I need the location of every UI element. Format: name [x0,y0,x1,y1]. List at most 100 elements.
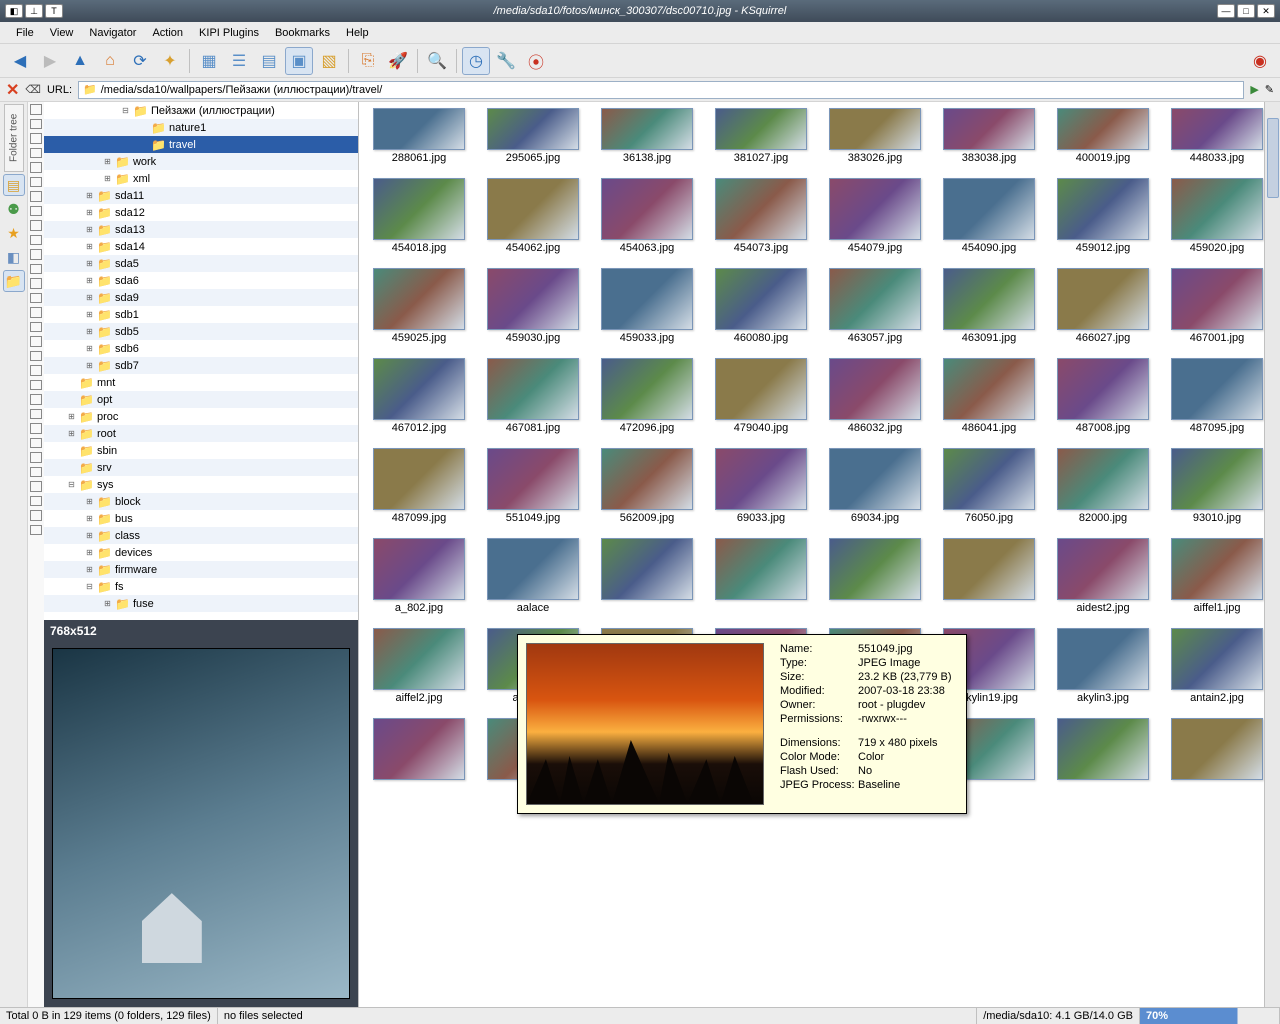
check-item[interactable] [30,119,42,130]
tree-item-travel[interactable]: 📁travel [44,136,358,153]
thumbnail[interactable]: 487095.jpg [1167,358,1267,434]
thumbnail[interactable]: 454090.jpg [939,178,1039,254]
thumbnail[interactable]: 472096.jpg [597,358,697,434]
thumbnail[interactable]: 400019.jpg [1053,108,1153,164]
check-item[interactable] [30,336,42,347]
thumbnail[interactable]: 381027.jpg [711,108,811,164]
thumbnail[interactable]: 459025.jpg [369,268,469,344]
thumbnail[interactable]: 467081.jpg [483,358,583,434]
check-item[interactable] [30,293,42,304]
check-item[interactable] [30,177,42,188]
back-button[interactable]: ◀ [6,47,34,75]
stop-button[interactable]: ⦿ [522,47,550,75]
thumbnail[interactable]: a_802.jpg [369,538,469,614]
ontop-icon[interactable]: T [45,4,63,18]
go-icon[interactable]: ▶ [1250,83,1258,96]
view-detail-button[interactable]: ▤ [255,47,283,75]
home-button[interactable]: ⌂ [96,47,124,75]
view-list-button[interactable]: ☰ [225,47,253,75]
menu-view[interactable]: View [42,27,82,39]
thumbnail[interactable]: 467001.jpg [1167,268,1267,344]
tree-item-Пейзажи (иллюстрации)[interactable]: ⊟📁Пейзажи (иллюстрации) [44,102,358,119]
thumbnail[interactable]: 69034.jpg [825,448,925,524]
app-icon[interactable]: ◉ [1246,47,1274,75]
check-item[interactable] [30,235,42,246]
check-item[interactable] [30,423,42,434]
up-button[interactable]: ▲ [66,47,94,75]
tree-item-sys[interactable]: ⊟📁sys [44,476,358,493]
check-item[interactable] [30,249,42,260]
thumbnail[interactable]: 459020.jpg [1167,178,1267,254]
scrollbar[interactable] [1264,102,1280,1007]
check-item[interactable] [30,409,42,420]
thumbnail[interactable]: 487099.jpg [369,448,469,524]
tree-item-bus[interactable]: ⊞📁bus [44,510,358,527]
tree-item-sda6[interactable]: ⊞📁sda6 [44,272,358,289]
thumbnail[interactable] [939,538,1039,614]
copy-button[interactable]: ⎘ [354,47,382,75]
tree-item-sdb6[interactable]: ⊞📁sdb6 [44,340,358,357]
thumbnail[interactable]: 487008.jpg [1053,358,1153,434]
palette-icon[interactable]: ◧ [3,246,25,268]
tree-item-sdb7[interactable]: ⊞📁sdb7 [44,357,358,374]
tree-item-sda12[interactable]: ⊞📁sda12 [44,204,358,221]
thumbnail[interactable]: 459030.jpg [483,268,583,344]
sidebar-tab-foldertree[interactable]: Folder tree [4,104,24,172]
check-item[interactable] [30,365,42,376]
thumbnail[interactable]: 479040.jpg [711,358,811,434]
forward-button[interactable]: ▶ [36,47,64,75]
people-icon[interactable]: ⚉ [3,198,25,220]
check-item[interactable] [30,394,42,405]
minimize-button[interactable]: — [1217,4,1235,18]
tree-item-block[interactable]: ⊞📁block [44,493,358,510]
brush-icon[interactable]: ✎ [1265,83,1274,96]
tree-item-opt[interactable]: 📁opt [44,391,358,408]
tree-item-fs[interactable]: ⊟📁fs [44,578,358,595]
folder-panel-icon[interactable]: 📁 [3,270,25,292]
thumbnail[interactable]: 36138.jpg [597,108,697,164]
check-item[interactable] [30,452,42,463]
check-item[interactable] [30,496,42,507]
menu-bookmarks[interactable]: Bookmarks [267,27,338,39]
thumbnail[interactable]: 383038.jpg [939,108,1039,164]
menu-action[interactable]: Action [144,27,191,39]
thumbnail[interactable]: 460080.jpg [711,268,811,344]
thumbnail[interactable]: 93010.jpg [1167,448,1267,524]
thumbnail[interactable]: 486032.jpg [825,358,925,434]
check-item[interactable] [30,162,42,173]
view-icons-button[interactable]: ▦ [195,47,223,75]
thumbnail[interactable]: 295065.jpg [483,108,583,164]
view-thumb-button[interactable]: ▣ [285,47,313,75]
thumbnail[interactable]: 454018.jpg [369,178,469,254]
check-item[interactable] [30,307,42,318]
thumbnail[interactable]: aalace [483,538,583,614]
check-item[interactable] [30,438,42,449]
close-button[interactable]: ✕ [1257,4,1275,18]
clock-button[interactable]: ◷ [462,47,490,75]
config-button[interactable]: 🔧 [492,47,520,75]
check-item[interactable] [30,148,42,159]
tree-item-srv[interactable]: 📁srv [44,459,358,476]
new-button[interactable]: ✦ [156,47,184,75]
close-icon[interactable]: ✕ [6,80,19,100]
tree-icon[interactable]: ▤ [3,174,25,196]
thumbnail[interactable]: 463091.jpg [939,268,1039,344]
menu-navigator[interactable]: Navigator [81,27,144,39]
thumbnail[interactable] [1167,718,1267,782]
tree-item-sda9[interactable]: ⊞📁sda9 [44,289,358,306]
thumbnail[interactable]: 448033.jpg [1167,108,1267,164]
thumbnail[interactable]: aiffel2.jpg [369,628,469,704]
tree-item-class[interactable]: ⊞📁class [44,527,358,544]
thumbnail[interactable]: 76050.jpg [939,448,1039,524]
check-item[interactable] [30,322,42,333]
thumbnail[interactable]: 459012.jpg [1053,178,1153,254]
check-item[interactable] [30,467,42,478]
menu-help[interactable]: Help [338,27,377,39]
menu-kipi[interactable]: KIPI Plugins [191,27,267,39]
refresh-button[interactable]: ⟳ [126,47,154,75]
tree-item-root[interactable]: ⊞📁root [44,425,358,442]
maximize-button[interactable]: □ [1237,4,1255,18]
thumbnail[interactable]: antain2.jpg [1167,628,1267,704]
tree-item-sda13[interactable]: ⊞📁sda13 [44,221,358,238]
thumbnail[interactable]: 454063.jpg [597,178,697,254]
